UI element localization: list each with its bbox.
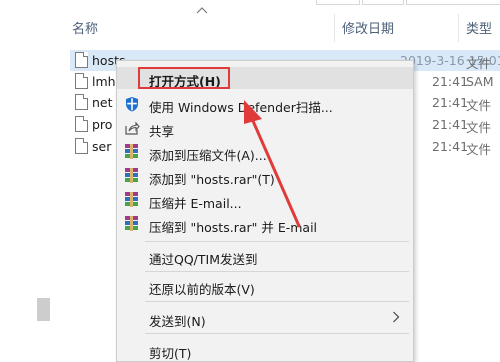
menu-item-label: 使用 Windows Defender扫描... <box>149 100 333 115</box>
file-type: SAM <box>466 74 494 89</box>
toolbar-box[interactable] <box>406 0 500 5</box>
share-icon <box>125 121 140 135</box>
menu-item-share[interactable]: 共享 <box>117 117 413 139</box>
menu-item-label: 添加到 "hosts.rar"(T) <box>149 172 275 187</box>
menu-item-label: 发送到(N) <box>149 314 206 329</box>
sort-up-icon <box>196 7 208 14</box>
menu-separator <box>145 241 409 242</box>
menu-item-label: 添加到压缩文件(A)... <box>149 148 267 163</box>
file-icon <box>75 94 88 110</box>
file-name: ser <box>92 139 112 154</box>
menu-item-restore-versions[interactable]: 还原以前的版本(V) <box>117 275 413 297</box>
menu-item-send-to[interactable]: 发送到(N) <box>117 307 413 329</box>
context-menu: 打开方式(H) 使用 Windows Defender扫描... 共享 添加到压… <box>116 60 414 362</box>
file-type: 文件 <box>466 142 492 157</box>
menu-item-send-via-qq[interactable]: 通过QQ/TIM发送到 <box>117 245 413 267</box>
shield-icon <box>126 97 138 112</box>
menu-item-label: 压缩到 "hosts.rar" 并 E-mail <box>149 220 318 235</box>
winrar-icon <box>124 144 139 159</box>
top-toolbar-strip <box>316 0 500 5</box>
column-header-name[interactable]: 名称 <box>72 18 98 37</box>
file-type: 文件 <box>466 98 492 113</box>
winrar-icon <box>124 168 139 183</box>
file-date: 21:41 <box>432 95 469 110</box>
file-name: lmh <box>92 74 116 89</box>
toolbar-box[interactable] <box>362 0 404 5</box>
file-icon <box>75 73 88 89</box>
file-name: net <box>92 95 113 110</box>
menu-item-add-to-rar[interactable]: 添加到 "hosts.rar"(T) <box>117 165 413 187</box>
menu-item-compress-email[interactable]: 压缩并 E-mail... <box>117 189 413 211</box>
file-date: 21:41 <box>432 74 469 89</box>
menu-item-compress-rar-email[interactable]: 压缩到 "hosts.rar" 并 E-mail <box>117 213 413 235</box>
menu-item-defender-scan[interactable]: 使用 Windows Defender扫描... <box>117 93 413 115</box>
file-icon <box>75 116 88 132</box>
file-name: pro <box>92 117 113 132</box>
column-header-date[interactable]: 修改日期 <box>342 18 394 37</box>
menu-item-label: 还原以前的版本(V) <box>149 282 255 297</box>
file-type: 文件 <box>466 120 492 135</box>
file-date: 21:41 <box>432 117 469 132</box>
menu-separator <box>145 333 409 334</box>
highlight-box <box>138 67 230 89</box>
file-date: 21:41 <box>432 139 469 154</box>
winrar-icon <box>124 192 139 207</box>
menu-item-label: 剪切(T) <box>149 346 192 361</box>
file-icon <box>75 52 88 68</box>
chevron-right-icon <box>393 311 400 323</box>
column-divider[interactable] <box>458 14 459 42</box>
scrollbar-thumb[interactable] <box>37 298 50 321</box>
menu-item-label: 压缩并 E-mail... <box>149 196 242 211</box>
file-type: 文件 <box>466 56 492 71</box>
menu-separator <box>145 301 409 302</box>
menu-item-cut[interactable]: 剪切(T) <box>117 339 413 361</box>
menu-separator <box>145 271 409 272</box>
winrar-icon <box>124 216 139 231</box>
toolbar-box[interactable] <box>316 0 360 5</box>
menu-item-add-to-archive[interactable]: 添加到压缩文件(A)... <box>117 141 413 163</box>
file-icon <box>75 138 88 154</box>
column-header-type[interactable]: 类型 <box>466 18 492 37</box>
menu-item-label: 通过QQ/TIM发送到 <box>149 252 258 267</box>
menu-item-label: 共享 <box>149 124 175 139</box>
column-divider[interactable] <box>334 14 335 42</box>
